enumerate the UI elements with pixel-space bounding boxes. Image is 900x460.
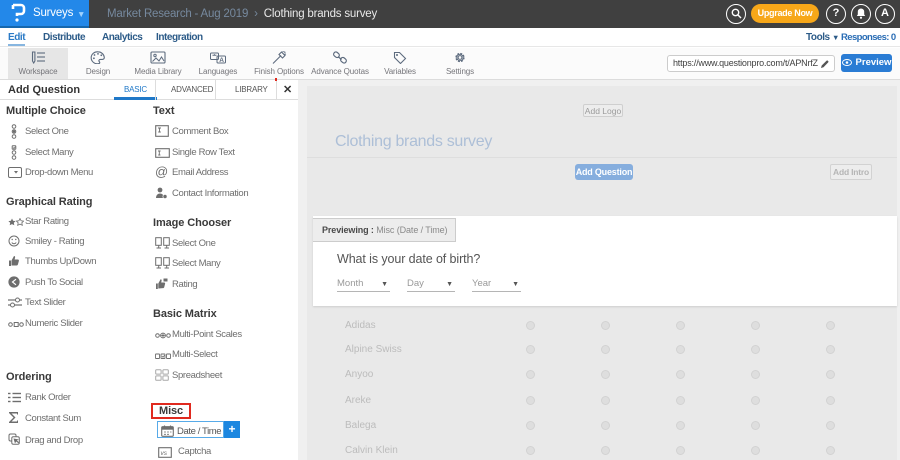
svg-text:vs: vs <box>161 450 168 457</box>
svg-text:@: @ <box>155 165 168 178</box>
